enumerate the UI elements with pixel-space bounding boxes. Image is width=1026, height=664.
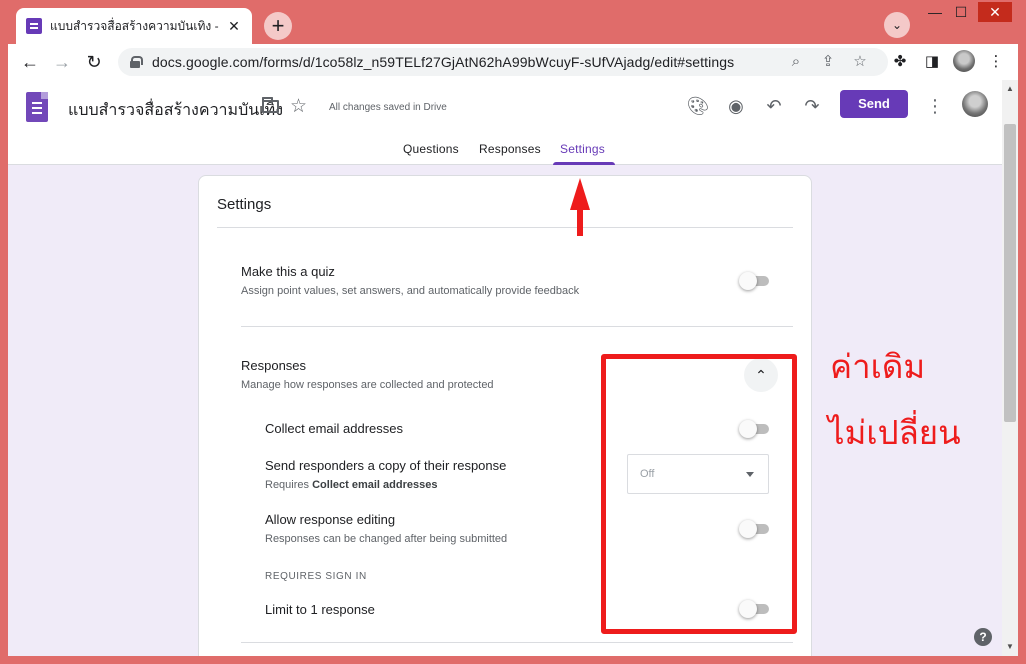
undo-icon[interactable]: ↶	[762, 94, 786, 118]
quiz-toggle[interactable]	[739, 272, 769, 290]
account-avatar[interactable]	[962, 91, 988, 117]
profile-avatar[interactable]	[953, 50, 975, 72]
tab-responses[interactable]: Responses	[479, 142, 541, 156]
divider	[241, 642, 793, 643]
save-status: All changes saved in Drive	[329, 102, 447, 113]
maximize-button[interactable]: ☐	[944, 2, 978, 22]
move-to-folder-icon[interactable]	[262, 97, 279, 113]
divider	[241, 326, 793, 327]
divider	[217, 227, 793, 228]
extensions-puzzle-icon[interactable]: ✤	[890, 52, 910, 72]
red-highlight-box	[601, 354, 797, 634]
red-arrow-annotation	[570, 178, 590, 236]
bookmark-star-icon[interactable]: ☆	[850, 52, 870, 72]
new-tab-button[interactable]: +	[264, 12, 292, 40]
form-title[interactable]: แบบสำรวจสื่อสร้างความบันเทิง	[68, 98, 283, 123]
browser-tab[interactable]: แบบสำรวจสื่อสร้างความบันเทิง - Goo ✕	[16, 8, 252, 44]
forms-favicon-icon	[26, 18, 42, 34]
active-tab-indicator	[553, 162, 615, 165]
responses-title: Responses	[241, 358, 307, 373]
google-forms-logo-icon[interactable]	[26, 92, 48, 122]
annotation-note-line1: ค่าเดิม	[830, 347, 926, 386]
preview-eye-icon[interactable]: ◉	[724, 94, 748, 118]
form-tabs: Questions Responses Settings	[8, 136, 1002, 165]
quiz-title: Make this a quiz	[241, 264, 335, 279]
tab-search-icon[interactable]: ⌄	[884, 12, 910, 38]
responses-subtitle: Manage how responses are collected and p…	[241, 379, 494, 391]
allow-editing-subtitle: Responses can be changed after being sub…	[265, 533, 508, 545]
tab-settings[interactable]: Settings	[560, 142, 605, 156]
settings-title: Settings	[217, 196, 272, 213]
lock-icon[interactable]	[130, 56, 143, 68]
browser-toolbar: ← → ↻ docs.google.com/forms/d/1co58lz_n5…	[8, 44, 1018, 80]
limit-one-label: Limit to 1 response	[265, 602, 375, 617]
reload-icon[interactable]: ↻	[82, 50, 106, 74]
requires-sign-in-heading: REQUIRES SIGN IN	[265, 571, 367, 582]
address-bar[interactable]: docs.google.com/forms/d/1co58lz_n59TELf2…	[118, 48, 888, 76]
url-text[interactable]: docs.google.com/forms/d/1co58lz_n59TELf2…	[152, 54, 734, 70]
zoom-search-icon[interactable]: ⌕	[786, 52, 806, 72]
help-icon[interactable]: ?	[974, 628, 992, 646]
forms-header: แบบสำรวจสื่อสร้างความบันเทิง ☆ All chang…	[8, 80, 1002, 165]
send-button[interactable]: Send	[840, 90, 908, 118]
palette-icon[interactable]: 🎨︎	[686, 94, 710, 118]
redo-icon[interactable]: ↷	[800, 94, 824, 118]
star-icon[interactable]: ☆	[290, 95, 307, 118]
side-panel-icon[interactable]: ◨	[922, 52, 942, 72]
send-copy-label: Send responders a copy of their response	[265, 458, 507, 473]
send-copy-requirement: Requires Collect email addresses	[265, 479, 438, 491]
quiz-subtitle: Assign point values, set answers, and au…	[241, 285, 580, 297]
share-icon[interactable]: ⇪	[818, 52, 838, 72]
scrollbar-thumb[interactable]	[1004, 124, 1016, 422]
scroll-up-arrow-icon[interactable]: ▲	[1002, 82, 1018, 96]
browser-menu-icon[interactable]: ⋮	[986, 52, 1006, 72]
back-arrow-icon[interactable]: ←	[18, 50, 42, 74]
collect-email-label: Collect email addresses	[265, 421, 404, 436]
browser-titlebar: แบบสำรวจสื่อสร้างความบันเทิง - Goo ✕ + ⌄…	[0, 0, 1026, 44]
more-options-icon[interactable]: ⋮	[923, 94, 947, 118]
tab-questions[interactable]: Questions	[403, 142, 459, 156]
forward-arrow-icon[interactable]: →	[50, 50, 74, 74]
tab-close-icon[interactable]: ✕	[226, 18, 242, 35]
scroll-down-arrow-icon[interactable]: ▼	[1002, 640, 1018, 654]
annotation-note-line2: ไม่เปลี่ยน	[828, 413, 961, 452]
window-close-button[interactable]: ✕	[978, 2, 1012, 22]
tab-title: แบบสำรวจสื่อสร้างความบันเทิง - Goo	[50, 18, 220, 33]
allow-editing-label: Allow response editing	[265, 512, 396, 527]
